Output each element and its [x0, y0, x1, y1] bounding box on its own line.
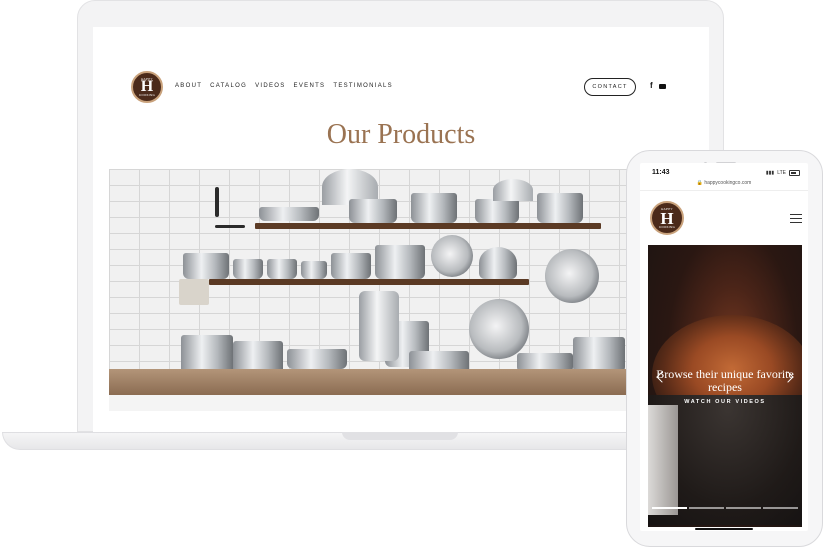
- signal-icon: ▮▮▮: [765, 170, 775, 176]
- kettle: [479, 247, 517, 279]
- cookware-item: [259, 207, 319, 221]
- frying-pan: [469, 299, 529, 359]
- nav-about[interactable]: ABOUT: [175, 83, 202, 89]
- cookware-item: [537, 193, 583, 223]
- social-links: f: [650, 82, 666, 90]
- logo-bottom-text: COOKING: [138, 93, 156, 97]
- divider: [640, 190, 808, 191]
- page-title: Our Products: [326, 119, 476, 150]
- slide-progress: [652, 507, 798, 509]
- main-nav: ABOUT CATALOG VIDEOS EVENTS TESTIMONIALS: [175, 83, 393, 89]
- cookware-item: [375, 245, 425, 279]
- cookware-handle: [215, 225, 245, 228]
- nav-testimonials[interactable]: TESTIMONIALS: [333, 83, 393, 89]
- cookware-item: [411, 193, 457, 223]
- slide-indicator[interactable]: [652, 507, 687, 509]
- cookware-handle: [215, 187, 219, 217]
- upper-shelf: [255, 223, 601, 229]
- cookware-item: [573, 337, 625, 373]
- facebook-icon[interactable]: f: [650, 82, 653, 90]
- countertop: [109, 369, 629, 395]
- url-bar[interactable]: 🔒 happycookingco.com: [640, 180, 808, 186]
- logo-letter: H: [660, 208, 674, 228]
- contact-button[interactable]: CONTACT: [584, 78, 636, 96]
- cookware-item: [475, 199, 519, 223]
- desktop-website: HAPPY H COOKING ABOUT CATALOG VIDEOS EVE…: [93, 27, 709, 432]
- cookware-item: [233, 259, 263, 279]
- frying-pan: [545, 249, 599, 303]
- site-logo[interactable]: HAPPY H COOKING: [131, 71, 163, 103]
- mobile-website: 11:43 ▮▮▮ LTE 🔒 happycookingco.com HAPPY…: [640, 163, 808, 531]
- white-pot: [648, 405, 678, 515]
- cookware-item: [301, 261, 327, 279]
- cookware-item: [349, 199, 397, 223]
- pot-lid: [359, 291, 399, 361]
- hero-headline: Browse their unique favorite recipes: [656, 367, 794, 394]
- nav-catalog[interactable]: CATALOG: [210, 83, 247, 89]
- status-icons: ▮▮▮ LTE: [766, 170, 800, 176]
- cookware-item: [331, 253, 371, 279]
- slide-indicator[interactable]: [763, 507, 798, 509]
- watch-videos-link[interactable]: WATCH OUR VIDEOS: [648, 399, 802, 405]
- network-label: LTE: [777, 170, 786, 176]
- laptop-notch: [342, 432, 458, 440]
- dish-towel: [179, 279, 209, 305]
- frying-pan: [431, 235, 473, 277]
- cookware-item: [183, 253, 229, 279]
- url-text: happycookingco.com: [704, 180, 752, 186]
- home-indicator: [695, 528, 753, 530]
- cookware-item: [267, 259, 297, 279]
- counter-front: [109, 395, 629, 411]
- middle-shelf: [209, 279, 529, 285]
- nav-events[interactable]: EVENTS: [294, 83, 326, 89]
- mobile-hero-slide: Browse their unique favorite recipes WAT…: [648, 245, 802, 527]
- cookware-item: [287, 349, 347, 369]
- youtube-icon[interactable]: [658, 84, 666, 89]
- lock-icon: 🔒: [696, 180, 703, 186]
- logo-top-text: HAPPY: [661, 207, 673, 211]
- hero-image: [109, 169, 629, 411]
- pot-lid: [493, 179, 533, 201]
- slide-indicator[interactable]: [689, 507, 724, 509]
- nav-videos[interactable]: VIDEOS: [255, 83, 285, 89]
- logo-bottom-text: COOKING: [658, 225, 676, 229]
- status-time: 11:43: [652, 169, 670, 176]
- battery-icon: [789, 170, 800, 176]
- logo-top-text: HAPPY: [141, 77, 153, 81]
- slide-indicator[interactable]: [726, 507, 761, 509]
- site-logo-mobile[interactable]: HAPPY H COOKING: [650, 201, 684, 235]
- hamburger-menu-icon[interactable]: [790, 214, 802, 223]
